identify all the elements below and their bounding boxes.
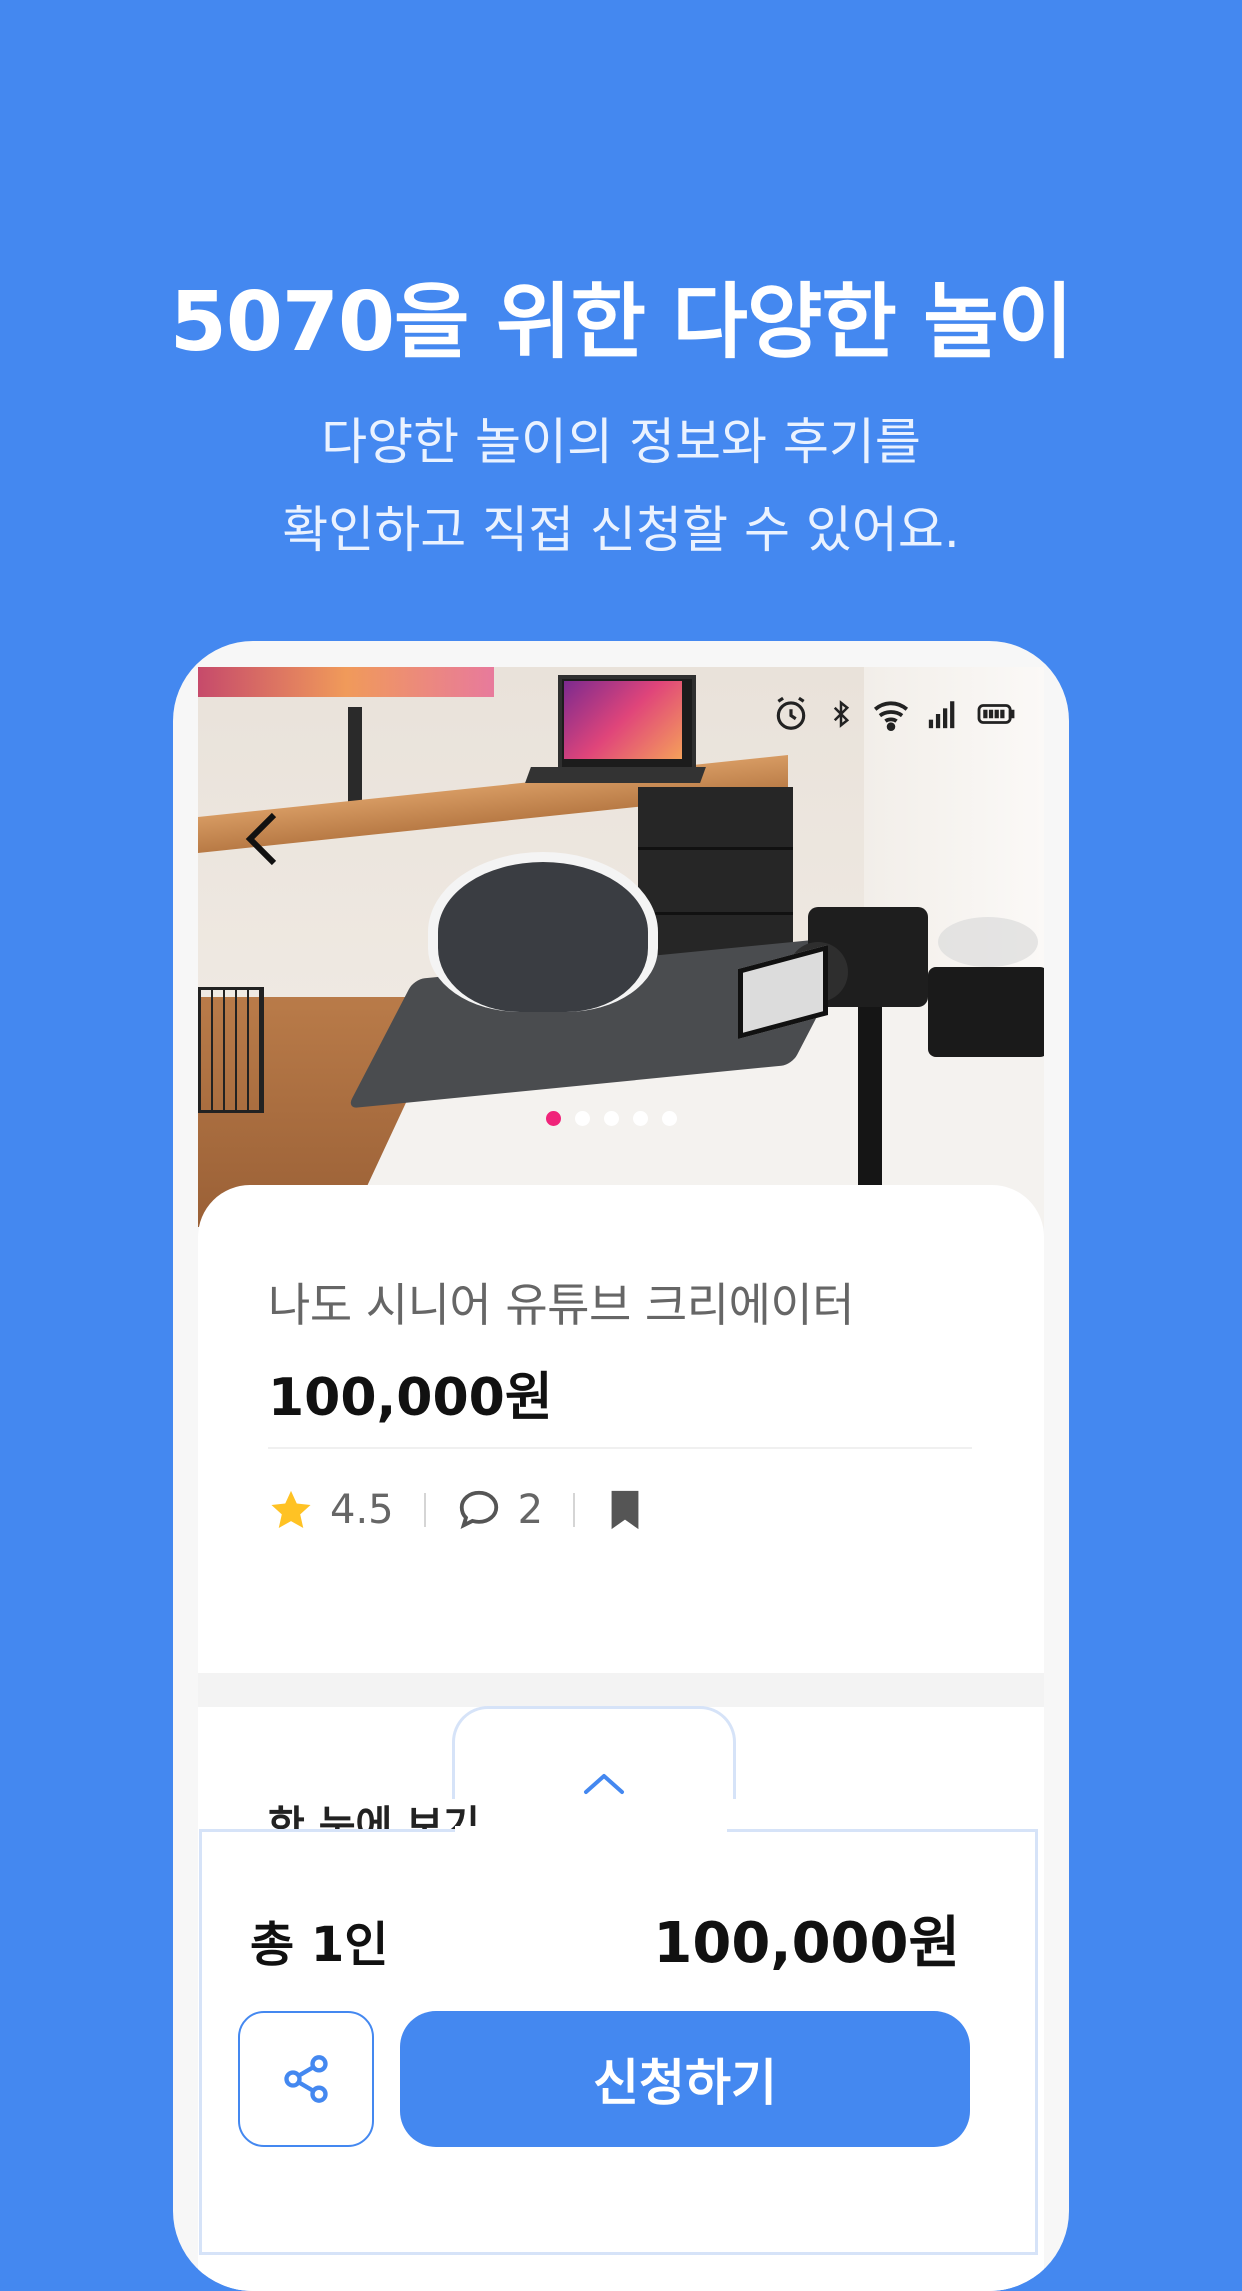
meta-separator: [423, 1493, 426, 1527]
battery-icon: [977, 704, 1015, 724]
product-title: 나도 시니어 유튜브 크리에이터: [268, 1278, 855, 1332]
bookmark-icon[interactable]: [605, 1487, 645, 1533]
carousel-dot[interactable]: [603, 1111, 619, 1126]
total-price: 100,000원: [653, 1911, 960, 1976]
comment-count: 2: [517, 1487, 544, 1533]
product-meta: 4.5 2: [268, 1487, 645, 1533]
meta-separator: [573, 1493, 576, 1527]
product-price: 100,000원: [268, 1368, 553, 1428]
rating-value: 4.5: [330, 1487, 394, 1533]
divider: [268, 1447, 972, 1449]
subline-2: 확인하고 직접 신청할 수 있어요.: [282, 501, 960, 559]
hero-image[interactable]: [198, 667, 1044, 1227]
wifi-icon: [873, 701, 909, 731]
apply-button[interactable]: 신청하기: [400, 2011, 970, 2147]
carousel-dot-active[interactable]: [545, 1111, 561, 1126]
share-button[interactable]: [238, 2011, 374, 2147]
chevron-up-icon[interactable]: [582, 1770, 626, 1802]
share-icon: [284, 2055, 328, 2103]
product-info-card: 나도 시니어 유튜브 크리에이터 100,000원 4.5 2: [198, 1185, 1044, 1673]
back-button[interactable]: [242, 809, 282, 873]
carousel-dot[interactable]: [574, 1111, 590, 1126]
total-people: 총 1인: [250, 1917, 389, 1973]
status-bar: [772, 695, 1016, 733]
bluetooth-icon: [833, 700, 850, 728]
comment-icon[interactable]: [456, 1487, 502, 1533]
signal-icon: [928, 701, 955, 729]
star-icon: [271, 1490, 311, 1529]
carousel-dot[interactable]: [632, 1111, 648, 1126]
chevron-left-icon: [245, 812, 277, 866]
carousel-dot[interactable]: [661, 1111, 677, 1126]
carousel-indicator: [198, 1111, 1034, 1126]
alarm-icon: [776, 696, 806, 730]
headline: 5070을 위한 다양한 놀이: [169, 275, 1073, 370]
subline-1: 다양한 놀이의 정보와 후기를: [321, 413, 921, 471]
